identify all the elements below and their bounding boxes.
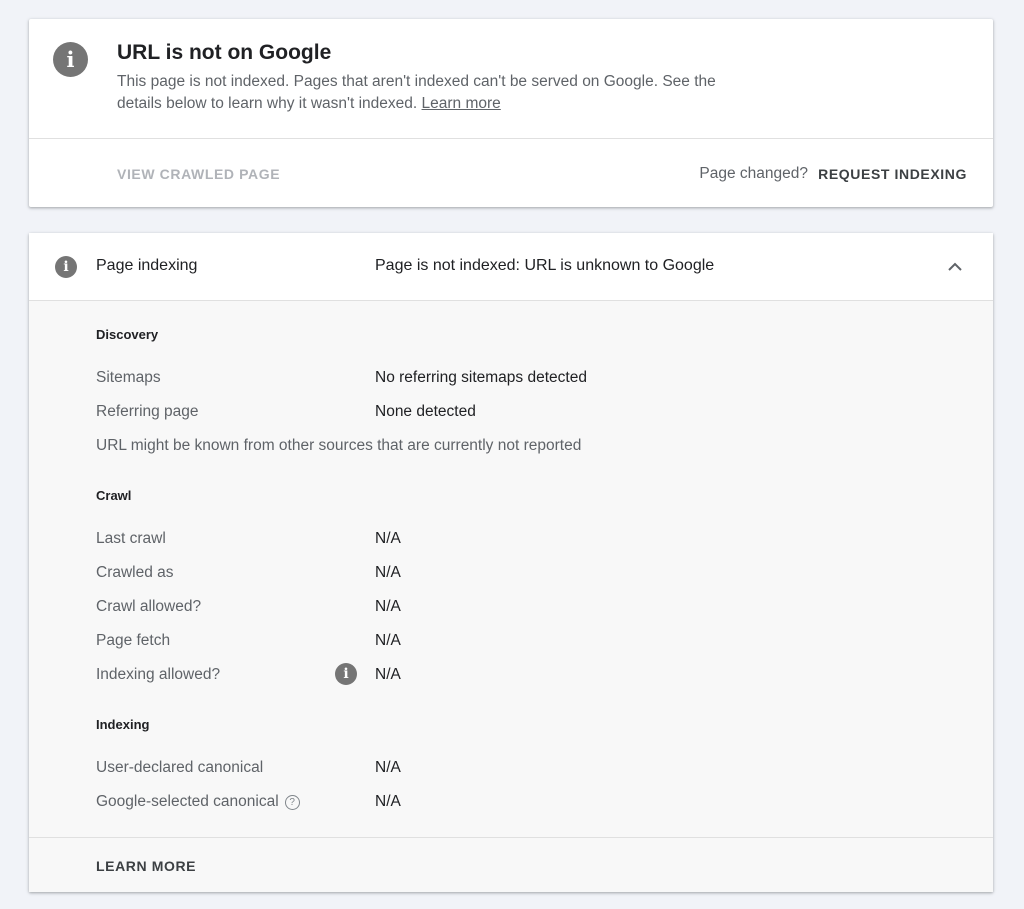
discovery-heading: Discovery <box>96 327 159 342</box>
chevron-up-icon[interactable] <box>943 255 967 279</box>
google-selected-canonical-label: Google-selected canonical? <box>96 793 300 811</box>
learn-more-link[interactable]: Learn more <box>422 95 501 112</box>
crawl-allowed-value: N/A <box>375 598 401 615</box>
user-declared-canonical-label: User-declared canonical <box>96 759 264 776</box>
user-declared-canonical-value: N/A <box>375 759 401 776</box>
indexing-heading: Indexing <box>96 717 150 732</box>
learn-more-button[interactable]: LEARN MORE <box>96 858 196 874</box>
google-selected-canonical-value: N/A <box>375 793 401 810</box>
status-card: i URL is not on Google This page is not … <box>29 19 993 207</box>
info-icon: i <box>55 256 77 278</box>
discovery-note: URL might be known from other sources th… <box>96 437 582 454</box>
page-changed-text: Page changed? <box>699 165 808 182</box>
referring-page-value: None detected <box>375 403 476 420</box>
crawl-allowed-label: Crawl allowed? <box>96 598 202 615</box>
crawl-heading: Crawl <box>96 488 132 503</box>
status-description-text: This page is not indexed. Pages that are… <box>117 73 716 112</box>
sitemaps-label: Sitemaps <box>96 369 161 386</box>
view-crawled-page-button[interactable]: VIEW CRAWLED PAGE <box>117 166 280 182</box>
crawled-as-value: N/A <box>375 564 401 581</box>
page-indexing-header[interactable]: i Page indexing Page is not indexed: URL… <box>29 233 993 301</box>
page-indexing-title: Page indexing <box>96 257 198 274</box>
page-indexing-card: i Page indexing Page is not indexed: URL… <box>29 233 993 892</box>
sitemaps-value: No referring sitemaps detected <box>375 369 587 386</box>
divider <box>29 138 993 139</box>
help-icon[interactable]: ? <box>284 795 300 810</box>
last-crawl-value: N/A <box>375 530 401 547</box>
indexing-allowed-value: N/A <box>375 666 401 683</box>
crawled-as-label: Crawled as <box>96 564 174 581</box>
request-indexing-button[interactable]: REQUEST INDEXING <box>818 166 967 182</box>
indexing-allowed-label: Indexing allowed? <box>96 666 221 683</box>
page-indexing-status: Page is not indexed: URL is unknown to G… <box>375 257 715 274</box>
page-fetch-label: Page fetch <box>96 632 171 649</box>
last-crawl-label: Last crawl <box>96 530 166 547</box>
status-title: URL is not on Google <box>117 41 332 64</box>
referring-page-label: Referring page <box>96 403 199 420</box>
page-indexing-details: Discovery Sitemaps No referring sitemaps… <box>29 301 993 892</box>
status-description: This page is not indexed. Pages that are… <box>117 71 757 115</box>
google-selected-canonical-text: Google-selected canonical <box>96 793 279 810</box>
divider <box>29 837 993 838</box>
info-icon[interactable]: i <box>335 663 357 685</box>
page-fetch-value: N/A <box>375 632 401 649</box>
info-icon: i <box>53 42 88 77</box>
